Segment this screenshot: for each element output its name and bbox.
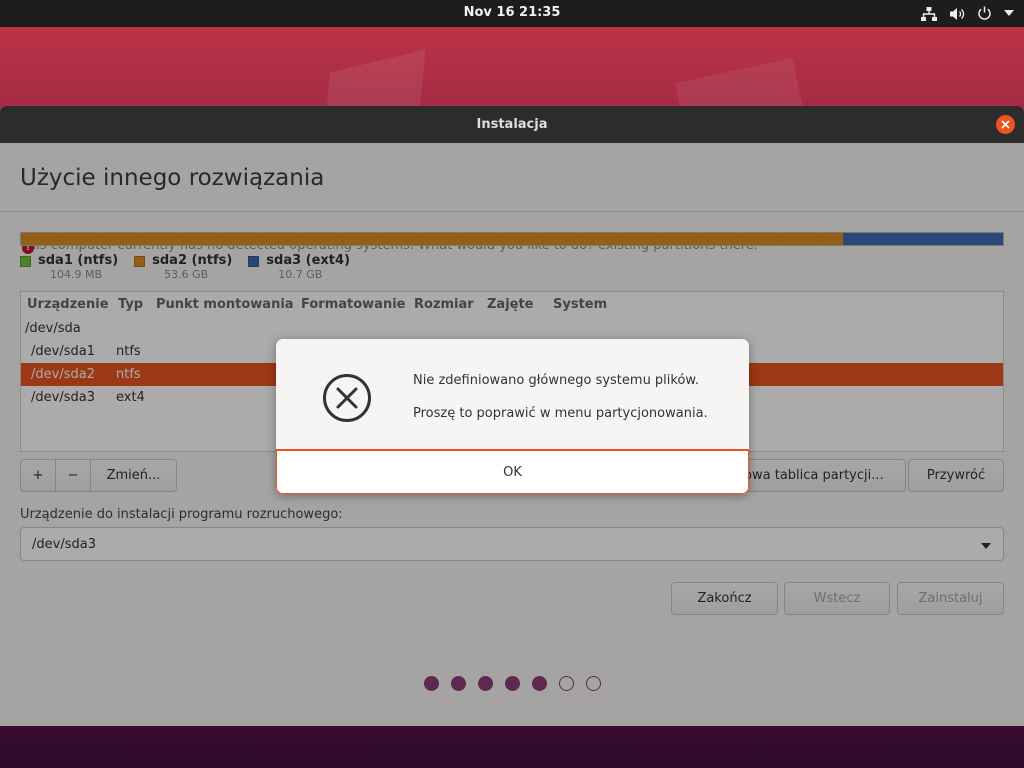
error-icon [322,373,372,427]
window-close-button[interactable] [996,115,1015,134]
dialog-primary-text: Nie zdefiniowano głównego systemu plików… [413,373,699,388]
network-icon[interactable] [921,6,937,21]
window-titlebar[interactable]: Instalacja [0,106,1024,143]
clock[interactable]: Nov 16 21:35 [0,5,1024,20]
system-tray[interactable] [921,4,1014,23]
window-title: Instalacja [476,117,548,132]
chevron-down-icon[interactable] [1004,10,1014,17]
desktop-bottom [0,726,1024,768]
ok-button[interactable]: OK [276,449,749,494]
power-icon[interactable] [977,6,992,21]
top-bar: Nov 16 21:35 [0,0,1024,27]
dialog-secondary-text: Proszę to poprawić w menu partycjonowani… [413,406,708,421]
error-dialog: Nie zdefiniowano głównego systemu plików… [276,339,749,494]
close-icon [1001,120,1010,129]
volume-icon[interactable] [949,7,965,21]
